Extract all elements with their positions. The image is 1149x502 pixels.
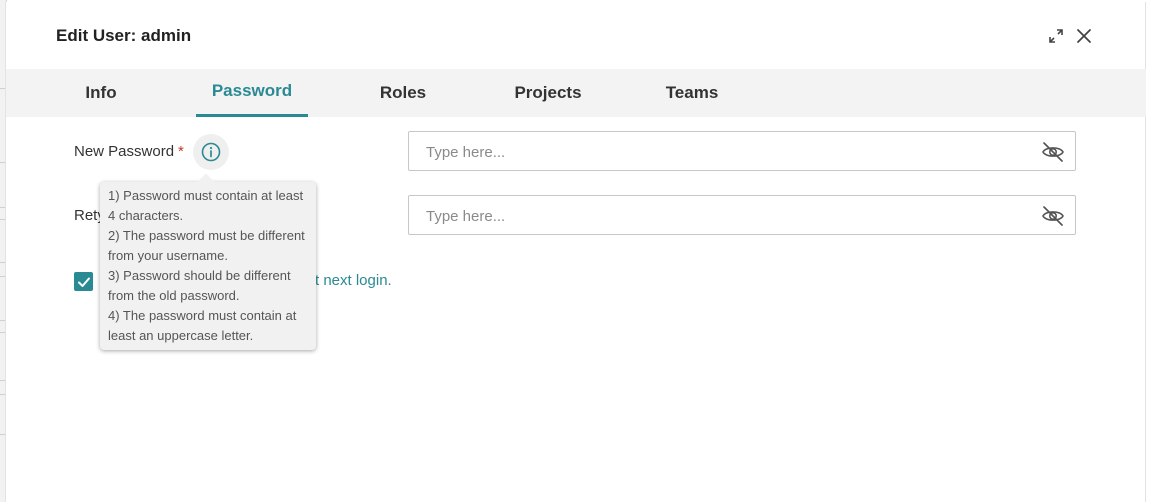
edit-user-modal: Edit User: admin Info Password Roles Pro…	[5, 2, 1146, 502]
tab-bar: Info Password Roles Projects Teams	[6, 69, 1146, 117]
password-rules-tooltip: 1) Password must contain at least 4 char…	[100, 182, 316, 350]
expand-button[interactable]	[1046, 26, 1066, 46]
close-icon	[1077, 29, 1091, 43]
tab-roles[interactable]: Roles	[375, 69, 431, 117]
tab-projects[interactable]: Projects	[508, 69, 588, 117]
password-rules-info-button[interactable]	[193, 134, 229, 170]
change-password-next-login-checkbox[interactable]	[74, 272, 93, 291]
tab-teams[interactable]: Teams	[658, 69, 726, 117]
eye-off-icon[interactable]	[1041, 204, 1065, 228]
new-password-field	[408, 131, 1076, 172]
tooltip-line: 2) The password must be different from y…	[108, 228, 305, 263]
check-icon	[77, 277, 90, 287]
new-password-input[interactable]	[424, 132, 1018, 172]
modal-title: Edit User: admin	[56, 26, 192, 45]
eye-off-icon[interactable]	[1041, 140, 1065, 164]
tab-password[interactable]: Password	[196, 69, 308, 117]
new-password-label-text: New Password	[74, 143, 175, 160]
checkbox-label-text: t next login.	[315, 272, 392, 289]
close-button[interactable]	[1074, 26, 1094, 46]
tab-info[interactable]: Info	[76, 69, 126, 117]
retype-password-input[interactable]	[424, 196, 1018, 236]
tooltip-line: 1) Password must contain at least 4 char…	[108, 188, 304, 223]
expand-icon	[1049, 29, 1063, 43]
info-icon	[201, 142, 221, 162]
required-marker: *	[178, 143, 184, 160]
new-password-label: New Password *	[74, 143, 184, 160]
retype-password-field	[408, 195, 1076, 236]
tooltip-line: 3) Password should be different from the…	[108, 268, 291, 303]
tooltip-line: 4) The password must contain at least an…	[108, 308, 297, 343]
